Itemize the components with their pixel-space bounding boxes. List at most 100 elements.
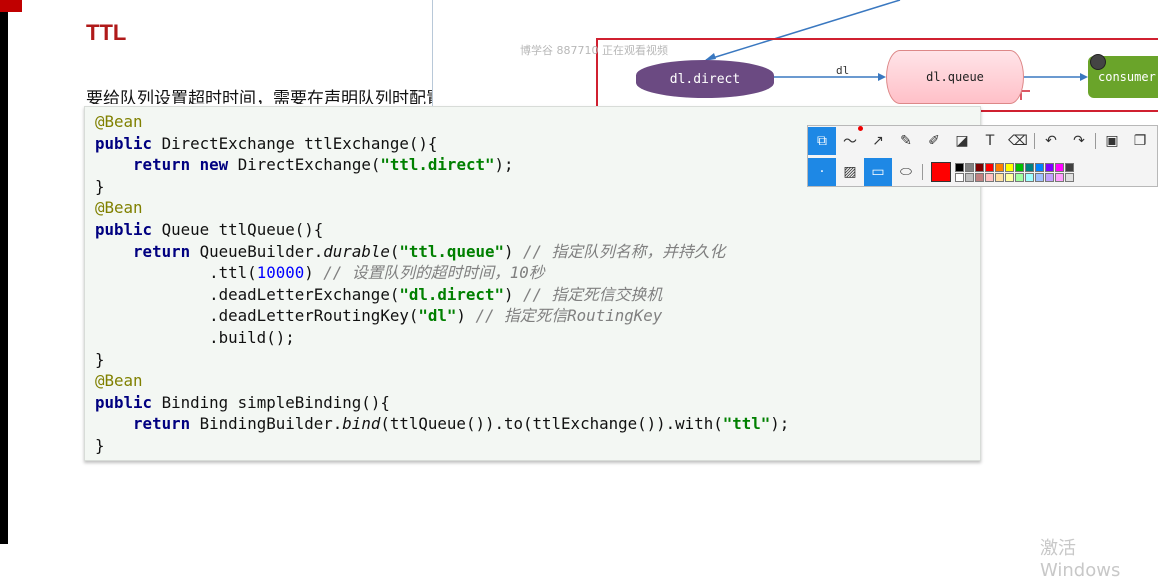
code-token: Queue ttlQueue(){ — [152, 219, 324, 239]
ellipse-icon[interactable]: ⬭ — [892, 158, 920, 186]
code-token: @Bean — [95, 371, 143, 391]
code-token: durable — [323, 241, 390, 261]
palette-color-swatch[interactable] — [965, 172, 974, 182]
code-token: ) — [503, 284, 523, 304]
palette-color-swatch[interactable] — [965, 162, 974, 172]
redo-icon[interactable]: ↷ — [1065, 127, 1093, 155]
code-token: // 指定死信RoutingKey — [475, 306, 663, 326]
code-token: ) — [456, 306, 476, 326]
code-token: .build(); — [95, 327, 295, 347]
code-token: return — [133, 414, 191, 434]
undo-icon[interactable]: ↶ — [1037, 127, 1065, 155]
palette-color-swatch[interactable] — [1025, 162, 1034, 172]
annotation-toolbar: ⧉ 〜 ↗ ✎ ✐ ◪ T ⌫ ↶ ↷ ▣ ❐ · ▨ ▭ ⬭ — [807, 125, 1158, 187]
windows-activation-watermark: 激活 Windows — [1040, 538, 1121, 581]
toolbar-divider — [1095, 133, 1096, 149]
code-token: return — [133, 155, 191, 175]
toolbar-divider — [922, 164, 923, 180]
code-token: ); — [770, 414, 790, 434]
mosaic-icon[interactable]: ◪ — [948, 127, 976, 155]
shape-select-icon[interactable]: ⧉ — [808, 127, 836, 155]
palette-color-swatch[interactable] — [1005, 172, 1014, 182]
code-line: } — [95, 349, 980, 371]
palette-color-swatch[interactable] — [955, 172, 964, 182]
code-token: // 指定死信交换机 — [523, 284, 663, 304]
code-token: "ttl.queue" — [399, 241, 504, 261]
code-token: 10000 — [256, 263, 305, 283]
code-token: public — [95, 219, 153, 239]
code-token: @Bean — [95, 112, 143, 131]
rectangle-icon[interactable]: ▭ — [864, 158, 892, 186]
palette-color-swatch[interactable] — [1065, 162, 1074, 172]
code-line: .ttl(10000) // 设置队列的超时时间，10秒 — [95, 262, 980, 284]
code-line: public Queue ttlQueue(){ — [95, 219, 980, 241]
code-token: public — [95, 392, 153, 412]
code-token: "ttl.direct" — [380, 155, 495, 175]
palette-color-swatch[interactable] — [955, 162, 964, 172]
code-token: QueueBuilder. — [190, 241, 324, 261]
palette-color-swatch[interactable] — [1055, 162, 1064, 172]
code-token: // 设置队列的超时时间，10秒 — [323, 263, 545, 283]
code-token: (ttlQueue()).to(ttlExchange()).with( — [380, 414, 723, 434]
palette-color-swatch[interactable] — [1055, 172, 1064, 182]
code-token: "dl" — [418, 306, 457, 326]
dl-direct-node: dl.direct — [636, 60, 774, 98]
code-line: @Bean — [95, 370, 980, 392]
toolbar-row-options: · ▨ ▭ ⬭ — [808, 157, 1074, 187]
code-token: "ttl" — [722, 414, 771, 434]
toolbar-divider — [1034, 133, 1035, 149]
palette-color-swatch[interactable] — [975, 172, 984, 182]
dot-size-icon[interactable]: · — [808, 158, 836, 186]
highlighter-icon[interactable]: ✐ — [920, 127, 948, 155]
code-token: DirectExchange ttlExchange(){ — [152, 133, 438, 153]
palette-color-swatch[interactable] — [1065, 172, 1074, 182]
code-token: @Bean — [95, 198, 143, 218]
palette-color-swatch[interactable] — [1025, 172, 1034, 182]
code-token: ); — [494, 155, 514, 175]
code-token: public — [95, 133, 153, 153]
eraser-icon[interactable]: ⌫ — [1004, 127, 1032, 155]
copy-icon[interactable]: ❐ — [1126, 127, 1154, 155]
palette-color-swatch[interactable] — [1045, 172, 1054, 182]
code-line: public Binding simpleBinding(){ — [95, 392, 980, 414]
palette-color-swatch[interactable] — [985, 172, 994, 182]
code-token: return — [133, 241, 191, 261]
palette-color-swatch[interactable] — [1005, 162, 1014, 172]
palette-color-swatch[interactable] — [1015, 162, 1024, 172]
arrow-icon[interactable]: ↗ — [864, 127, 892, 155]
palette-color-swatch[interactable] — [995, 172, 1004, 182]
code-line: @Bean — [95, 197, 980, 219]
palette-color-swatch[interactable] — [995, 162, 1004, 172]
code-token: } — [95, 435, 105, 455]
text-icon[interactable]: T — [976, 127, 1004, 155]
palette-color-swatch[interactable] — [1015, 172, 1024, 182]
pen-icon[interactable]: ✎ — [892, 127, 920, 155]
color-palette — [955, 162, 1074, 182]
palette-color-swatch[interactable] — [1035, 162, 1044, 172]
code-token: .deadLetterExchange( — [95, 284, 400, 304]
code-token: ) — [304, 263, 324, 283]
code-line: return BindingBuilder.bind(ttlQueue()).t… — [95, 413, 980, 435]
dl-queue-node: dl.queue — [886, 50, 1024, 104]
code-token: BindingBuilder. — [190, 414, 343, 434]
palette-color-swatch[interactable] — [975, 162, 984, 172]
code-token: Binding simpleBinding(){ — [152, 392, 390, 412]
code-line: .deadLetterRoutingKey("dl") // 指定死信Routi… — [95, 305, 980, 327]
palette-color-swatch[interactable] — [1035, 172, 1044, 182]
viewer-watermark: 博学谷 887710 正在观看视频 — [520, 44, 668, 57]
palette-color-swatch[interactable] — [985, 162, 994, 172]
code-token: ) — [504, 241, 524, 261]
code-line: .deadLetterExchange("dl.direct") // 指定死信… — [95, 284, 980, 306]
selected-color-swatch[interactable] — [931, 162, 951, 182]
freehand-line-icon[interactable]: 〜 — [836, 127, 864, 155]
code-token: bind — [342, 414, 381, 434]
hatch-fill-icon[interactable]: ▨ — [836, 158, 864, 186]
code-token: new — [199, 155, 229, 175]
save-icon[interactable]: ▣ — [1098, 127, 1126, 155]
routing-key-label: dl — [836, 64, 850, 77]
palette-color-swatch[interactable] — [1045, 162, 1054, 172]
code-token: .ttl( — [95, 263, 257, 283]
